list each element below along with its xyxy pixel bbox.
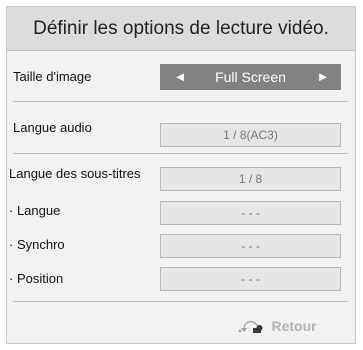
image-size-value: Full Screen [215,69,286,85]
language-label: · Langue [9,203,61,218]
divider [13,301,348,302]
video-options-dialog: Définir les options de lecture vidéo. Ta… [6,6,356,344]
image-size-label: Taille d'image [13,69,92,84]
position-label: · Position [9,271,64,286]
audio-language-field[interactable]: 1 / 8(AC3) [160,123,341,147]
subtitle-language-field[interactable]: 1 / 8 [160,167,341,191]
image-size-selector[interactable]: ◄ Full Screen ► [160,64,341,90]
language-field[interactable]: - - - [160,201,341,225]
back-button[interactable]: Retour [235,317,317,339]
sync-field[interactable]: - - - [160,234,341,258]
divider [13,101,348,102]
audio-language-label: Langue audio [13,120,92,135]
sync-label: · Synchro [9,237,65,252]
subtitle-language-label: Langue des sous-titres [9,166,141,181]
arrow-left-icon[interactable]: ◄ [170,64,190,90]
return-arrow-icon [238,321,263,333]
arrow-right-icon[interactable]: ► [313,64,333,90]
dialog-title: Définir les options de lecture vidéo. [7,7,355,51]
position-field[interactable]: - - - [160,267,341,291]
back-label: Retour [271,318,317,334]
divider [13,153,348,154]
